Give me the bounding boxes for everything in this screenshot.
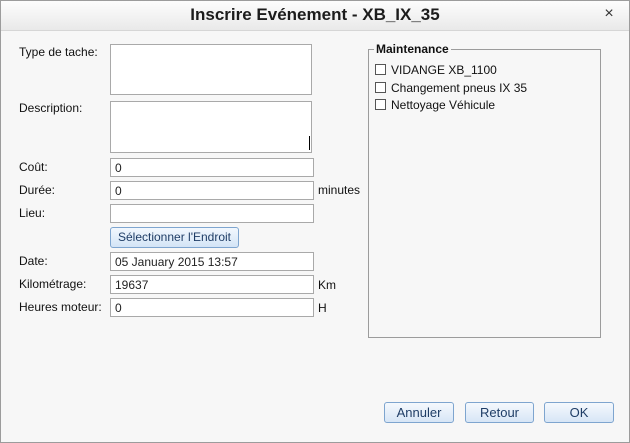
maintenance-legend: Maintenance <box>374 42 451 56</box>
text-caret <box>309 136 310 150</box>
cost-input[interactable]: 0 <box>110 158 314 177</box>
maintenance-checkbox[interactable] <box>375 99 386 110</box>
engine-hours-input[interactable]: 0 <box>110 298 314 317</box>
mileage-unit: Km <box>318 278 336 292</box>
cost-label: Coût: <box>19 160 48 174</box>
duration-input[interactable]: 0 <box>110 181 314 200</box>
maintenance-item-label: Nettoyage Véhicule <box>391 98 496 112</box>
event-dialog: Inscrire Evénement - XB_IX_35 × Type de … <box>0 0 630 443</box>
place-label: Lieu: <box>19 206 46 220</box>
maintenance-checkbox[interactable] <box>375 82 386 93</box>
dialog-title: Inscrire Evénement - XB_IX_35 <box>190 5 440 24</box>
duration-unit: minutes <box>318 183 361 197</box>
maintenance-checkbox[interactable] <box>375 64 386 75</box>
close-icon[interactable]: × <box>601 6 617 22</box>
engine-hours-unit: H <box>318 301 327 315</box>
task-type-label: Type de tache: <box>19 45 98 59</box>
mileage-input[interactable]: 19637 <box>110 275 314 294</box>
ok-button[interactable]: OK <box>544 402 614 423</box>
select-place-button[interactable]: Sélectionner l'Endroit <box>110 227 239 248</box>
description-textarea[interactable] <box>110 101 312 153</box>
place-input[interactable] <box>110 204 314 223</box>
task-type-textarea[interactable] <box>110 44 312 95</box>
engine-hours-label: Heures moteur: <box>19 300 102 314</box>
back-button[interactable]: Retour <box>465 402 534 423</box>
maintenance-item-label: VIDANGE XB_1100 <box>391 63 497 77</box>
cancel-button[interactable]: Annuler <box>384 402 454 423</box>
maintenance-item-label: Changement pneus IX 35 <box>391 81 528 95</box>
duration-label: Durée: <box>19 183 56 197</box>
date-label: Date: <box>19 254 48 268</box>
description-label: Description: <box>19 101 83 115</box>
date-input[interactable]: 05 January 2015 13:57 <box>110 252 314 271</box>
mileage-label: Kilométrage: <box>19 277 87 291</box>
title-bar: Inscrire Evénement - XB_IX_35 × <box>1 1 629 31</box>
